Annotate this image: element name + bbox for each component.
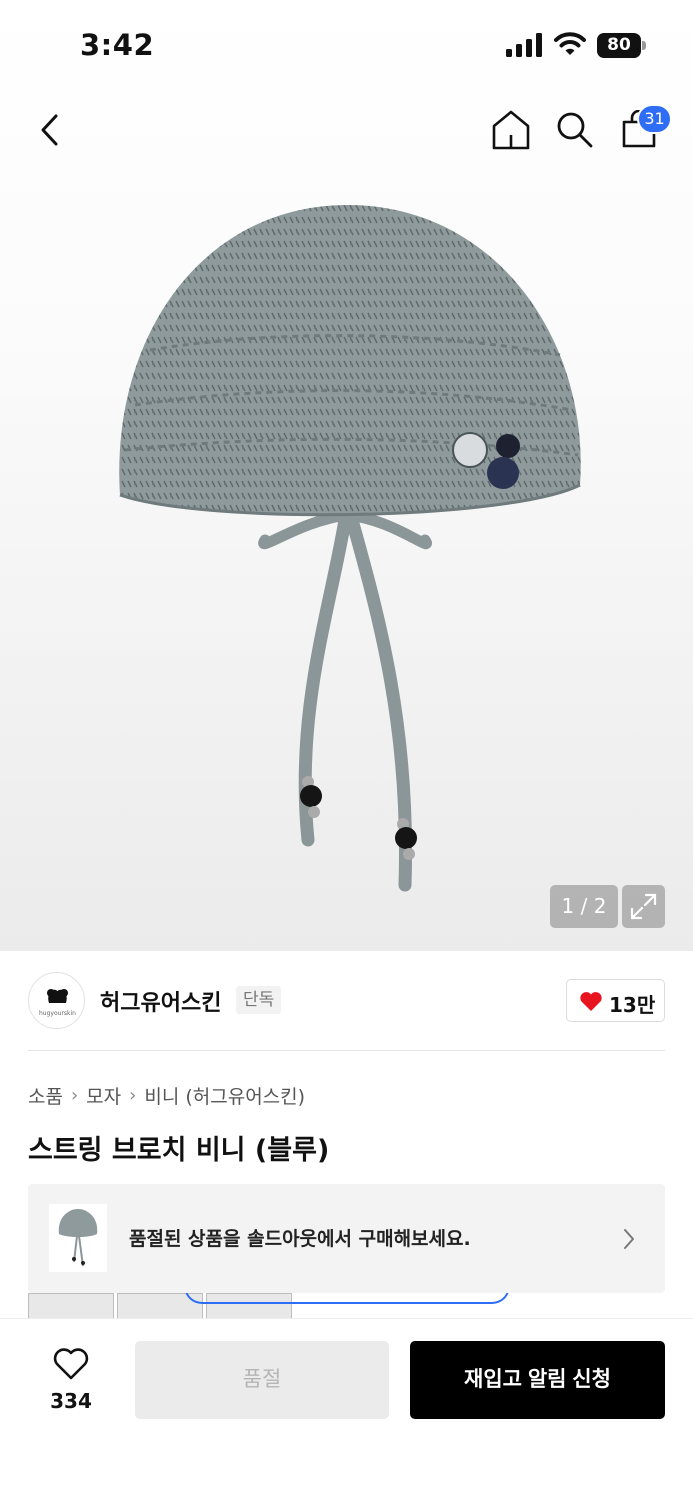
expand-icon <box>630 893 657 920</box>
status-bar: 3:42 80 <box>0 0 693 90</box>
heart-icon <box>580 992 602 1011</box>
brand-logo[interactable]: hugyourskin <box>28 972 85 1029</box>
brand-name[interactable]: 허그유어스킨 <box>100 985 221 1017</box>
heart-outline-icon <box>53 1348 89 1380</box>
chevron-right-icon: › <box>129 1085 137 1106</box>
brand-like-button[interactable]: 13만 <box>566 979 665 1022</box>
banner-product-thumbnail <box>49 1204 107 1272</box>
brand-row: hugyourskin 허그유어스킨 단독 13만 <box>28 972 665 1030</box>
product-title: 스트링 브로치 비니 (블루) <box>28 1135 330 1166</box>
restock-alert-button[interactable]: 재입고 알림 신청 <box>410 1341 665 1419</box>
hidden-thumbnail-strip <box>28 1293 665 1319</box>
product-gallery[interactable]: 3:42 80 31 1 / 2 <box>0 0 693 951</box>
signal-icon <box>506 33 542 57</box>
soldout-banner-text: 품절된 상품을 솔드아웃에서 구매해보세요. <box>129 1228 471 1250</box>
bottom-action-bar: 334 품절 재입고 알림 신청 <box>0 1318 693 1500</box>
battery-level: 80 <box>597 33 641 58</box>
chevron-right-icon: › <box>70 1085 79 1106</box>
exclusive-badge: 단독 <box>236 986 282 1014</box>
soldout-banner[interactable]: 품절된 상품을 솔드아웃에서 구매해보세요. <box>28 1184 665 1293</box>
battery-icon: 80 <box>597 33 647 58</box>
divider <box>28 1050 665 1051</box>
soldout-button: 품절 <box>135 1341 389 1419</box>
wishlist-count: 334 <box>50 1389 92 1413</box>
product-image-beanie[interactable] <box>90 190 610 910</box>
breadcrumb-item[interactable]: 모자 <box>86 1082 121 1109</box>
search-icon[interactable] <box>555 110 595 150</box>
image-counter: 1 / 2 <box>550 885 618 928</box>
chevron-right-icon <box>624 1229 634 1249</box>
brand-like-count: 13만 <box>609 993 656 1017</box>
breadcrumb-item[interactable]: 소품 <box>28 1082 63 1109</box>
cart-count-badge: 31 <box>637 104 672 134</box>
breadcrumb: 소품 › 모자 › 비니 (허그유어스킨) <box>28 1082 305 1109</box>
wifi-icon <box>554 32 586 55</box>
brand-logo-text: hugyourskin <box>39 1010 76 1017</box>
home-icon[interactable] <box>490 108 532 152</box>
status-time: 3:42 <box>80 28 155 62</box>
expand-button[interactable] <box>622 885 665 928</box>
brand-logo-mark <box>47 989 68 1003</box>
breadcrumb-item[interactable]: 비니 (허그유어스킨) <box>144 1082 305 1109</box>
wishlist-button[interactable]: 334 <box>40 1343 102 1419</box>
back-icon[interactable] <box>34 110 66 150</box>
